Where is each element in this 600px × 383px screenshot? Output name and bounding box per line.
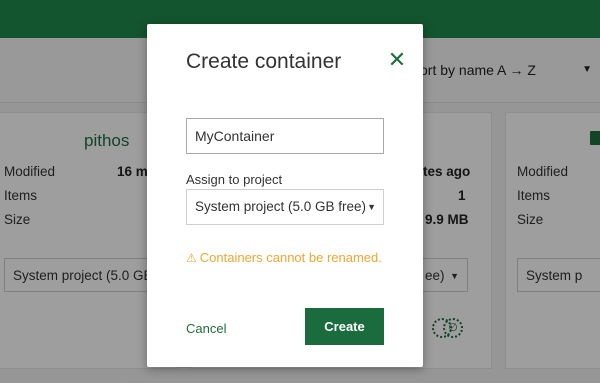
project-select-value: System project (5.0 GB free) — [195, 199, 367, 214]
container-name-input[interactable] — [186, 118, 384, 154]
warning-icon: ⚠ — [186, 251, 197, 265]
project-select[interactable]: System project (5.0 GB free) ▼ — [186, 189, 384, 225]
close-icon[interactable]: ✕ — [385, 48, 409, 72]
chevron-down-icon: ▼ — [367, 202, 376, 212]
rename-warning: ⚠ Containers cannot be renamed. — [186, 250, 382, 265]
create-button[interactable]: Create — [305, 308, 384, 345]
dialog-title: Create container — [186, 50, 342, 73]
assign-project-label: Assign to project — [186, 172, 283, 187]
warning-text: Containers cannot be renamed. — [199, 250, 382, 265]
create-container-dialog: Create container ✕ Assign to project Sys… — [147, 24, 423, 367]
cancel-button[interactable]: Cancel — [186, 321, 226, 336]
